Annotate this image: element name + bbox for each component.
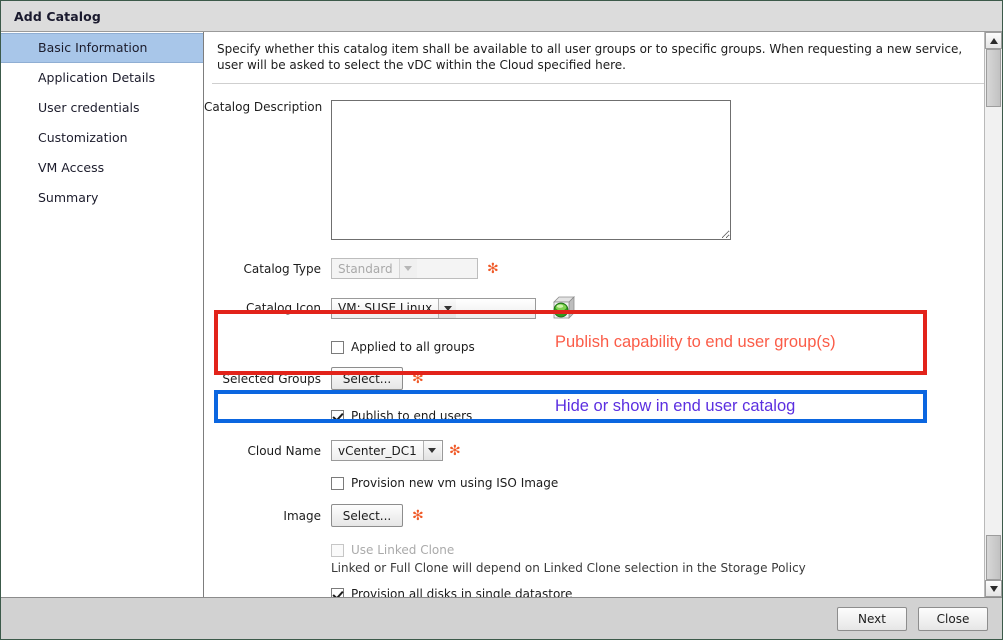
- cloud-name-label: Cloud Name: [247, 443, 322, 458]
- sidebar-item-label: User credentials: [38, 100, 140, 115]
- linked-clone-help-text: Linked or Full Clone will depend on Link…: [331, 561, 806, 575]
- field-row-cloud-name: Cloud Name vCenter_DC1 ✻: [204, 440, 1002, 461]
- sidebar-item-label: Summary: [38, 190, 99, 205]
- annotation-label-hide-show-catalog: Hide or show in end user catalog: [555, 397, 796, 415]
- sidebar-item-application-details[interactable]: Application Details: [1, 63, 203, 93]
- catalog-type-label: Catalog Type: [243, 261, 321, 276]
- field-row-image: Image Select... ✻: [204, 504, 1002, 527]
- cloud-name-select[interactable]: vCenter_DC1: [331, 440, 443, 461]
- sidebar-item-summary[interactable]: Summary: [1, 183, 203, 213]
- dialog-title: Add Catalog: [14, 8, 101, 24]
- field-row-linked-clone-help: Linked or Full Clone will depend on Link…: [204, 561, 1002, 575]
- provision-iso-label: Provision new vm using ISO Image: [351, 476, 559, 490]
- sidebar-item-label: Application Details: [38, 70, 156, 85]
- sidebar-item-label: VM Access: [38, 160, 105, 175]
- dialog-footer: Next Close: [1, 597, 1002, 639]
- provision-iso-checkbox[interactable]: Provision new vm using ISO Image: [331, 476, 1002, 490]
- wizard-step-sidebar: Basic Information Application Details Us…: [1, 32, 204, 597]
- cloud-name-value: vCenter_DC1: [338, 443, 417, 458]
- use-linked-clone-checkbox: Use Linked Clone: [331, 543, 1002, 557]
- annotation-box-hide-show-catalog: Hide or show in end user catalog: [214, 390, 927, 423]
- sidebar-item-customization[interactable]: Customization: [1, 123, 203, 153]
- close-button[interactable]: Close: [918, 606, 988, 631]
- provision-single-datastore-label: Provision all disks in single datastore: [351, 587, 573, 597]
- annotation-box-publish-groups: Publish capability to end user group(s): [214, 310, 927, 375]
- field-row-catalog-description: Catalog Description: [204, 100, 1002, 243]
- scroll-down-arrow-icon[interactable]: [985, 580, 1002, 597]
- scrollbar-thumb-lower[interactable]: [986, 535, 1001, 580]
- field-row-provision-iso: Provision new vm using ISO Image: [204, 476, 1002, 490]
- required-asterisk-icon: ✻: [449, 442, 461, 459]
- sidebar-item-label: Basic Information: [38, 40, 148, 55]
- dialog-body: Basic Information Application Details Us…: [1, 32, 1002, 597]
- content-vertical-scrollbar[interactable]: [984, 32, 1002, 597]
- field-row-catalog-type: Catalog Type Standard ✻: [204, 258, 1002, 279]
- checkbox-checked-icon: [331, 587, 344, 597]
- image-select-button[interactable]: Select...: [331, 504, 403, 527]
- sidebar-item-basic-information[interactable]: Basic Information: [1, 33, 203, 63]
- next-button[interactable]: Next: [837, 606, 907, 631]
- catalog-description-input[interactable]: [331, 100, 731, 240]
- annotation-label-publish-groups: Publish capability to end user group(s): [555, 333, 836, 351]
- wizard-content-pane: Specify whether this catalog item shall …: [204, 32, 1002, 597]
- catalog-type-value: Standard: [338, 261, 393, 276]
- dialog-titlebar: Add Catalog: [1, 1, 1002, 32]
- catalog-type-select[interactable]: Standard: [331, 258, 478, 279]
- checkbox-box-disabled-icon: [331, 543, 344, 557]
- chevron-down-icon: [422, 441, 441, 460]
- chevron-down-icon: [398, 259, 417, 278]
- required-asterisk-icon: ✻: [412, 507, 424, 524]
- scrollbar-thumb[interactable]: [986, 49, 1001, 107]
- scroll-up-arrow-icon[interactable]: [985, 32, 1002, 49]
- field-row-use-linked-clone: Use Linked Clone: [204, 543, 1002, 557]
- add-catalog-dialog: Add Catalog Basic Information Applicatio…: [0, 0, 1003, 640]
- use-linked-clone-label: Use Linked Clone: [351, 543, 455, 557]
- sidebar-item-user-credentials[interactable]: User credentials: [1, 93, 203, 123]
- sidebar-item-label: Customization: [38, 130, 128, 145]
- checkbox-box-icon: [331, 476, 344, 490]
- provision-single-datastore-checkbox[interactable]: Provision all disks in single datastore: [331, 587, 1002, 597]
- catalog-description-label: Catalog Description: [204, 100, 323, 114]
- required-asterisk-icon: ✻: [487, 260, 499, 277]
- field-row-provision-single-datastore: Provision all disks in single datastore: [204, 587, 1002, 597]
- image-label: Image: [283, 508, 321, 523]
- instructions-text: Specify whether this catalog item shall …: [217, 42, 963, 72]
- sidebar-item-vm-access[interactable]: VM Access: [1, 153, 203, 183]
